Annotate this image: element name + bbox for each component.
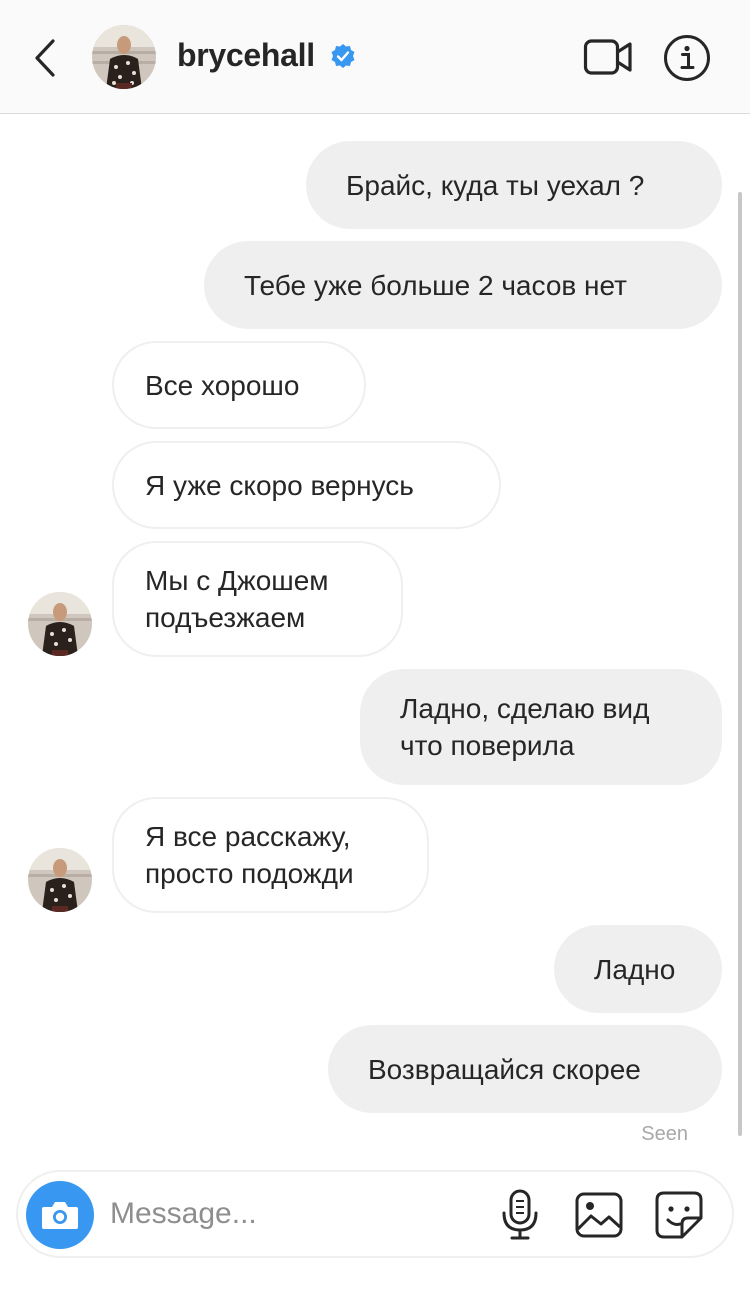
message-text: Я уже скоро вернусь	[145, 469, 414, 501]
chat-username[interactable]: brycehall	[177, 37, 315, 74]
gallery-button[interactable]	[574, 1191, 624, 1239]
message-text: Брайс, куда ты уехал ?	[346, 169, 645, 201]
received-message[interactable]: Все хорошо	[112, 341, 366, 429]
seen-status: Seen	[641, 1123, 688, 1145]
scrollbar[interactable]	[738, 192, 742, 1136]
sent-message[interactable]: Ладно, сделаю вид что поверила	[360, 669, 722, 785]
message-text: Возвращайся скорее	[368, 1053, 641, 1085]
sent-message[interactable]: Возвращайся скорее	[328, 1025, 722, 1113]
message-composer	[16, 1170, 734, 1258]
info-icon	[664, 35, 710, 81]
verified-badge-icon	[331, 44, 355, 68]
sent-message[interactable]: Тебе уже больше 2 часов нет	[204, 241, 722, 329]
received-message[interactable]: Я уже скоро вернусь	[112, 441, 501, 529]
sender-avatar[interactable]	[28, 848, 92, 912]
received-message[interactable]: Мы с Джошем подъезжаем	[112, 541, 403, 657]
message-text: Ладно, сделаю вид что поверила	[400, 693, 650, 761]
sent-message[interactable]: Брайс, куда ты уехал ?	[306, 141, 722, 229]
back-button[interactable]	[22, 30, 68, 86]
camera-icon	[42, 1202, 78, 1229]
chat-header: brycehall	[0, 0, 750, 114]
microphone-icon	[502, 1189, 538, 1240]
sticker-button[interactable]	[654, 1190, 704, 1240]
sticker-icon	[655, 1191, 703, 1239]
camera-button[interactable]	[26, 1181, 94, 1249]
message-input[interactable]	[110, 1192, 490, 1236]
avatar[interactable]	[92, 25, 156, 89]
info-button[interactable]	[663, 34, 711, 82]
message-text: Мы с Джошем подъезжаем	[145, 565, 329, 633]
video-call-icon	[583, 39, 632, 75]
message-text: Тебе уже больше 2 часов нет	[244, 269, 627, 301]
gallery-icon	[575, 1192, 623, 1238]
message-text: Ладно	[594, 953, 676, 985]
video-call-button[interactable]	[583, 36, 633, 78]
received-message[interactable]: Я все расскажу, просто подожди	[112, 797, 429, 913]
sender-avatar[interactable]	[28, 592, 92, 656]
message-text: Я все расскажу, просто подожди	[145, 821, 354, 889]
chevron-left-icon	[35, 39, 55, 77]
message-text: Все хорошо	[145, 369, 300, 401]
sent-message[interactable]: Ладно	[554, 925, 722, 1013]
microphone-button[interactable]	[500, 1189, 540, 1241]
